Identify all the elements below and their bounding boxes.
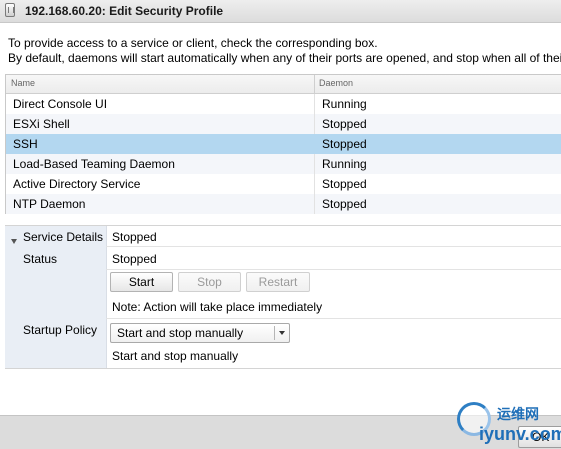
daemon-status-cell: Stopped [322,177,367,191]
services-table: Name Daemon Direct Console UI Running ESXi… [5,74,561,214]
table-row[interactable]: Load-Based Teaming Daemon Running [6,154,561,174]
restart-button[interactable]: Restart [246,272,310,292]
column-divider[interactable] [314,75,315,93]
table-body: Direct Console UI Running ESXi Shell Stoppe… [6,94,561,214]
status-label: Status [23,252,58,266]
start-button[interactable]: Start [110,272,173,292]
table-header: Name Daemon [6,75,561,94]
expand-triangle-icon[interactable] [11,239,17,244]
intro-line-1: To provide access to a service or client… [8,36,378,50]
cell-divider [314,154,315,174]
table-row[interactable]: ESXi Shell Stopped [6,114,561,134]
window-icon [5,3,15,17]
divider [106,269,561,270]
watermark-logo: 运维网 iyunv.com [455,398,561,449]
service-name-cell: Active Directory Service [13,177,141,191]
service-name-cell: Load-Based Teaming Daemon [13,157,175,171]
startup-policy-selected-value: Start and stop manually [117,326,244,340]
cell-divider [314,174,315,194]
watermark-chinese-text: 运维网 [497,406,539,422]
startup-policy-summary: Start and stop manually [112,349,239,363]
column-header-daemon[interactable]: Daemon [319,78,353,88]
divider [106,318,561,319]
intro-line-2: By default, daemons will start automatic… [8,51,561,65]
select-divider [274,326,275,340]
daemon-status-cell: Running [322,157,367,171]
service-name-cell: NTP Daemon [13,197,86,211]
startup-policy-select[interactable]: Start and stop manually [110,323,290,343]
status-value: Stopped [112,252,157,266]
service-name-cell: ESXi Shell [13,117,70,131]
column-header-name[interactable]: Name [11,78,35,88]
daemon-status-cell: Stopped [322,197,367,211]
table-row[interactable]: NTP Daemon Stopped [6,194,561,214]
service-name-cell: Direct Console UI [13,97,108,111]
service-details-panel: Service Details Stopped Status Stopped S… [5,225,561,369]
edit-security-profile-dialog: 192.168.60.20: Edit Security Profile To … [0,0,561,449]
cell-divider [314,114,315,134]
cell-divider [314,94,315,114]
service-details-value: Stopped [112,230,157,244]
details-label-column [5,226,107,368]
daemon-status-cell: Stopped [322,117,367,131]
cell-divider [314,194,315,214]
service-name-cell: SSH [13,137,38,151]
divider [106,246,561,247]
watermark-site-text: iyunv.com [479,424,561,444]
daemon-status-cell: Running [322,97,367,111]
daemon-status-cell: Stopped [322,137,367,151]
startup-policy-label: Startup Policy [23,323,98,337]
window-title: 192.168.60.20: Edit Security Profile [25,4,224,18]
action-note: Note: Action will take place immediately [112,300,323,314]
service-details-label[interactable]: Service Details [23,230,103,244]
chevron-down-icon[interactable] [279,331,285,335]
stop-button[interactable]: Stop [178,272,241,292]
table-row[interactable]: Active Directory Service Stopped [6,174,561,194]
table-row[interactable]: Direct Console UI Running [6,94,561,114]
title-bar[interactable]: 192.168.60.20: Edit Security Profile [0,0,561,23]
table-row[interactable]: SSH Stopped [6,134,561,154]
cell-divider [314,134,315,154]
